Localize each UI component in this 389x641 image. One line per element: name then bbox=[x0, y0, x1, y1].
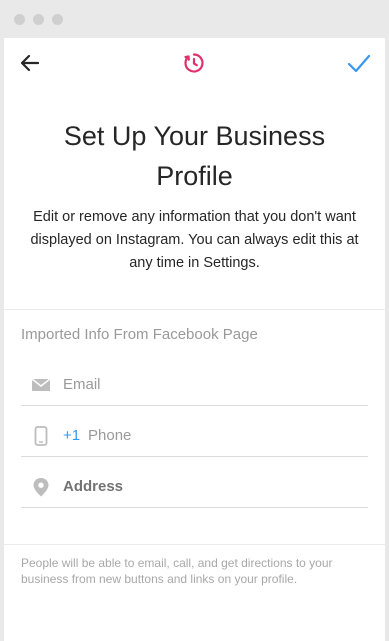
window-maximize-dot[interactable] bbox=[52, 14, 63, 25]
phone-screen: Set Up Your Business Profile Edit or rem… bbox=[4, 38, 385, 641]
footer-note: People will be able to email, call, and … bbox=[21, 556, 333, 586]
business-timer-icon bbox=[182, 51, 206, 75]
address-field[interactable]: Address bbox=[21, 467, 368, 508]
phone-field[interactable]: +1 Phone bbox=[21, 416, 368, 457]
window-close-dot[interactable] bbox=[14, 14, 25, 25]
mail-icon bbox=[31, 375, 51, 395]
app-window: Set Up Your Business Profile Edit or rem… bbox=[4, 0, 385, 641]
email-field[interactable]: Email bbox=[21, 365, 368, 406]
country-code[interactable]: +1 bbox=[63, 427, 80, 444]
back-button[interactable] bbox=[18, 51, 42, 75]
arrow-left-icon bbox=[20, 54, 40, 72]
footer-divider bbox=[4, 544, 385, 545]
window-minimize-dot[interactable] bbox=[33, 14, 44, 25]
phone-placeholder: Phone bbox=[88, 427, 132, 444]
checkmark-icon bbox=[347, 54, 371, 73]
top-bar bbox=[4, 38, 385, 90]
section-divider bbox=[4, 309, 385, 310]
phone-icon bbox=[31, 426, 51, 446]
page-title: Set Up Your Business Profile bbox=[63, 121, 326, 191]
page-subtitle: Edit or remove any information that you … bbox=[30, 209, 359, 271]
window-titlebar bbox=[4, 0, 385, 38]
email-placeholder: Email bbox=[63, 376, 101, 393]
confirm-button[interactable] bbox=[346, 51, 372, 75]
address-value: Address bbox=[63, 478, 124, 495]
imported-info-label: Imported Info From Facebook Page bbox=[21, 326, 258, 343]
location-pin-icon bbox=[31, 477, 51, 497]
